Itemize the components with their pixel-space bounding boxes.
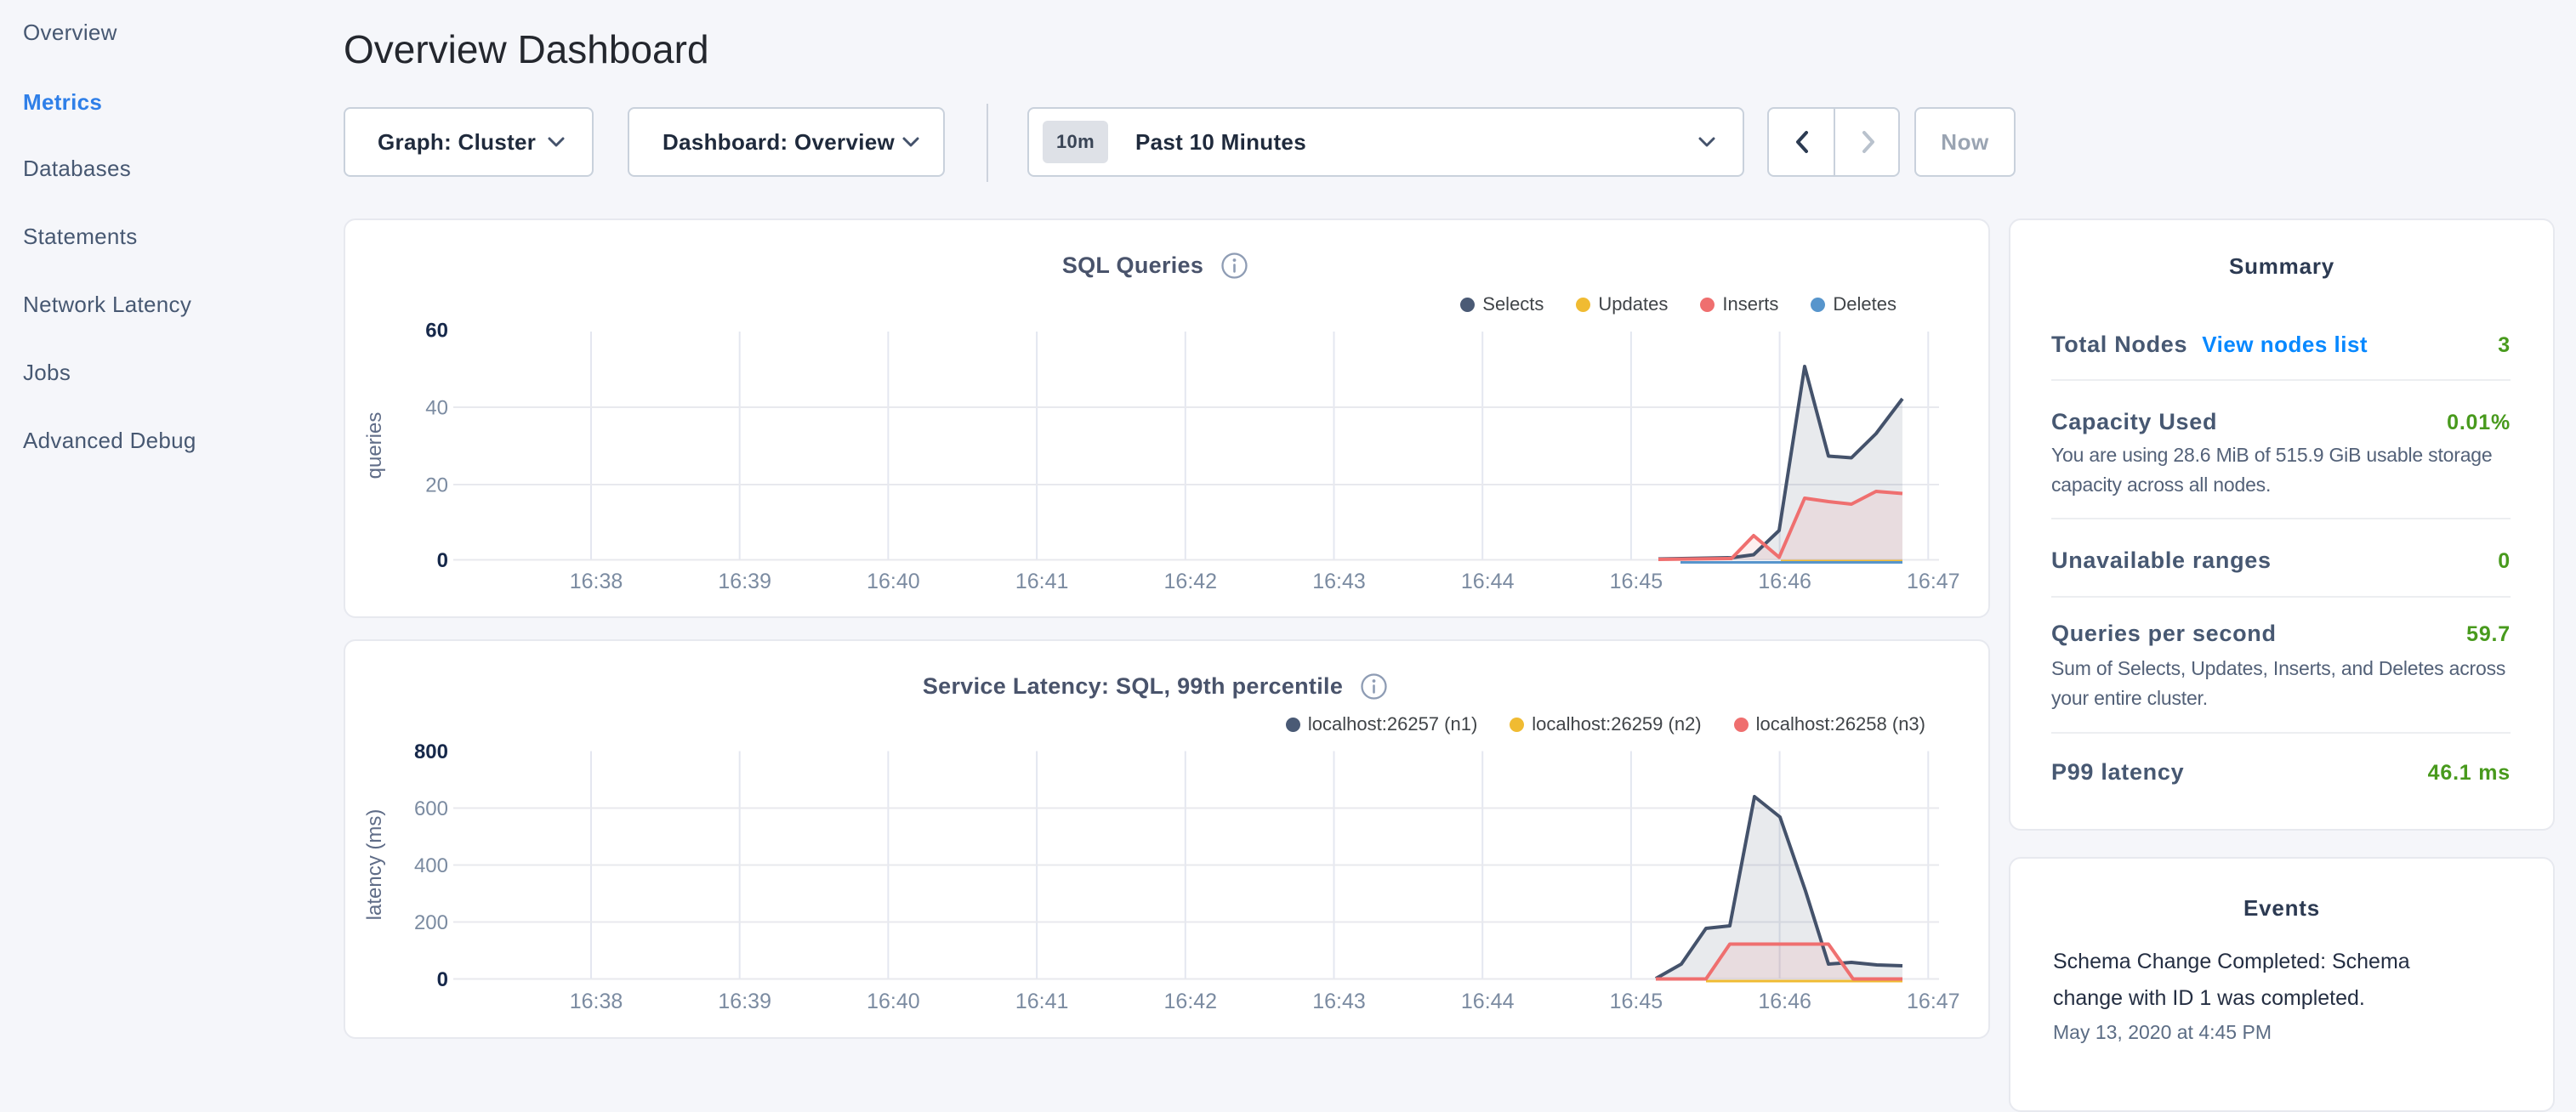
svg-text:16:38: 16:38: [570, 990, 623, 1013]
svg-text:0: 0: [437, 549, 448, 572]
svg-text:16:45: 16:45: [1610, 990, 1663, 1013]
svg-text:200: 200: [414, 911, 448, 934]
svg-text:16:41: 16:41: [1015, 990, 1069, 1013]
svg-text:600: 600: [414, 797, 448, 820]
svg-text:16:41: 16:41: [1015, 570, 1069, 593]
svg-text:16:46: 16:46: [1758, 990, 1811, 1013]
svg-text:800: 800: [414, 740, 448, 763]
svg-text:16:38: 16:38: [570, 570, 623, 593]
svg-text:16:47: 16:47: [1907, 570, 1960, 593]
svg-text:16:45: 16:45: [1610, 570, 1663, 593]
svg-text:20: 20: [425, 474, 448, 497]
svg-text:16:39: 16:39: [718, 570, 771, 593]
svg-text:16:44: 16:44: [1461, 990, 1515, 1013]
svg-text:latency (ms): latency (ms): [363, 809, 386, 921]
svg-text:16:47: 16:47: [1907, 990, 1960, 1013]
svg-text:16:44: 16:44: [1461, 570, 1515, 593]
svg-text:16:42: 16:42: [1164, 570, 1218, 593]
svg-text:60: 60: [425, 320, 448, 343]
svg-text:16:40: 16:40: [867, 990, 920, 1013]
svg-text:16:46: 16:46: [1758, 570, 1811, 593]
svg-text:16:43: 16:43: [1312, 570, 1366, 593]
svg-text:400: 400: [414, 854, 448, 877]
svg-text:16:42: 16:42: [1164, 990, 1218, 1013]
svg-text:16:43: 16:43: [1312, 990, 1366, 1013]
svg-text:16:40: 16:40: [867, 570, 920, 593]
svg-text:queries: queries: [363, 412, 386, 479]
svg-text:16:39: 16:39: [718, 990, 771, 1013]
svg-text:40: 40: [425, 397, 448, 420]
svg-text:0: 0: [437, 968, 448, 991]
